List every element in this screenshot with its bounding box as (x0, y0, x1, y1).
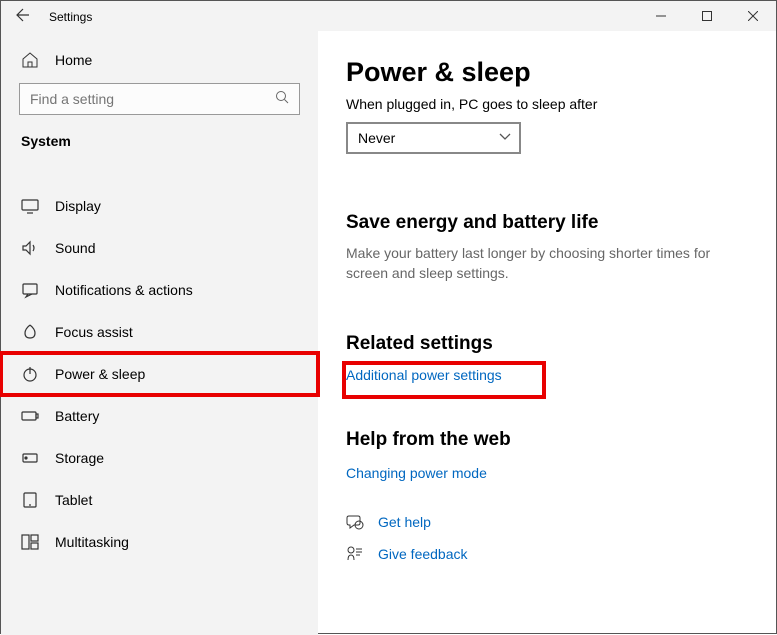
sidebar-item-label: Multitasking (55, 534, 129, 550)
sleep-timeout-select[interactable]: Never (346, 122, 521, 154)
minimize-button[interactable] (638, 1, 684, 31)
sidebar-item-battery[interactable]: Battery (1, 395, 318, 437)
page-title: Power & sleep (346, 57, 748, 88)
sidebar-item-display[interactable]: Display (1, 185, 318, 227)
home-label: Home (55, 52, 92, 68)
sidebar-item-power-sleep[interactable]: Power & sleep (1, 353, 318, 395)
home-nav[interactable]: Home (1, 51, 318, 83)
sidebar-item-label: Sound (55, 240, 95, 256)
sidebar-item-label: Storage (55, 450, 104, 466)
sidebar-item-label: Display (55, 198, 101, 214)
search-icon (275, 90, 289, 109)
multitasking-icon (21, 533, 39, 551)
titlebar: Settings (1, 1, 776, 31)
energy-text: Make your battery last longer by choosin… (346, 244, 726, 283)
sidebar: Home System Display Sound Notifications … (1, 31, 318, 635)
search-input[interactable] (19, 83, 300, 115)
home-icon (21, 51, 39, 69)
sidebar-item-tablet[interactable]: Tablet (1, 479, 318, 521)
additional-power-settings-link[interactable]: Additional power settings (346, 367, 502, 383)
sound-icon (21, 239, 39, 257)
display-icon (21, 197, 39, 215)
tablet-icon (21, 491, 39, 509)
back-button[interactable] (15, 7, 31, 27)
sidebar-item-multitasking[interactable]: Multitasking (1, 521, 318, 563)
get-help-icon (346, 513, 364, 531)
storage-icon (21, 449, 39, 467)
sidebar-item-label: Focus assist (55, 324, 133, 340)
notifications-icon (21, 281, 39, 299)
focus-assist-icon (21, 323, 39, 341)
additional-power-settings-highlight: Additional power settings (346, 365, 542, 395)
sidebar-item-label: Power & sleep (55, 366, 145, 382)
feedback-icon (346, 545, 364, 563)
close-button[interactable] (730, 1, 776, 31)
plugged-in-label: When plugged in, PC goes to sleep after (346, 96, 748, 112)
sidebar-item-label: Tablet (55, 492, 92, 508)
sidebar-item-sound[interactable]: Sound (1, 227, 318, 269)
maximize-button[interactable] (684, 1, 730, 31)
sidebar-item-focus-assist[interactable]: Focus assist (1, 311, 318, 353)
sidebar-item-storage[interactable]: Storage (1, 437, 318, 479)
help-heading: Help from the web (346, 429, 748, 451)
chevron-down-icon (499, 133, 511, 144)
energy-heading: Save energy and battery life (346, 212, 748, 234)
give-feedback-link[interactable]: Give feedback (378, 546, 468, 562)
related-heading: Related settings (346, 333, 748, 355)
select-value: Never (358, 130, 395, 146)
get-help-link[interactable]: Get help (378, 514, 431, 530)
power-icon (21, 365, 39, 383)
sidebar-item-notifications[interactable]: Notifications & actions (1, 269, 318, 311)
content-pane: Power & sleep When plugged in, PC goes t… (318, 31, 776, 635)
window-title: Settings (49, 10, 92, 24)
section-label: System (1, 133, 318, 167)
battery-icon (21, 407, 39, 425)
sidebar-item-label: Notifications & actions (55, 282, 193, 298)
sidebar-item-label: Battery (55, 408, 99, 424)
search-field[interactable] (30, 91, 270, 107)
changing-power-mode-link[interactable]: Changing power mode (346, 465, 748, 481)
